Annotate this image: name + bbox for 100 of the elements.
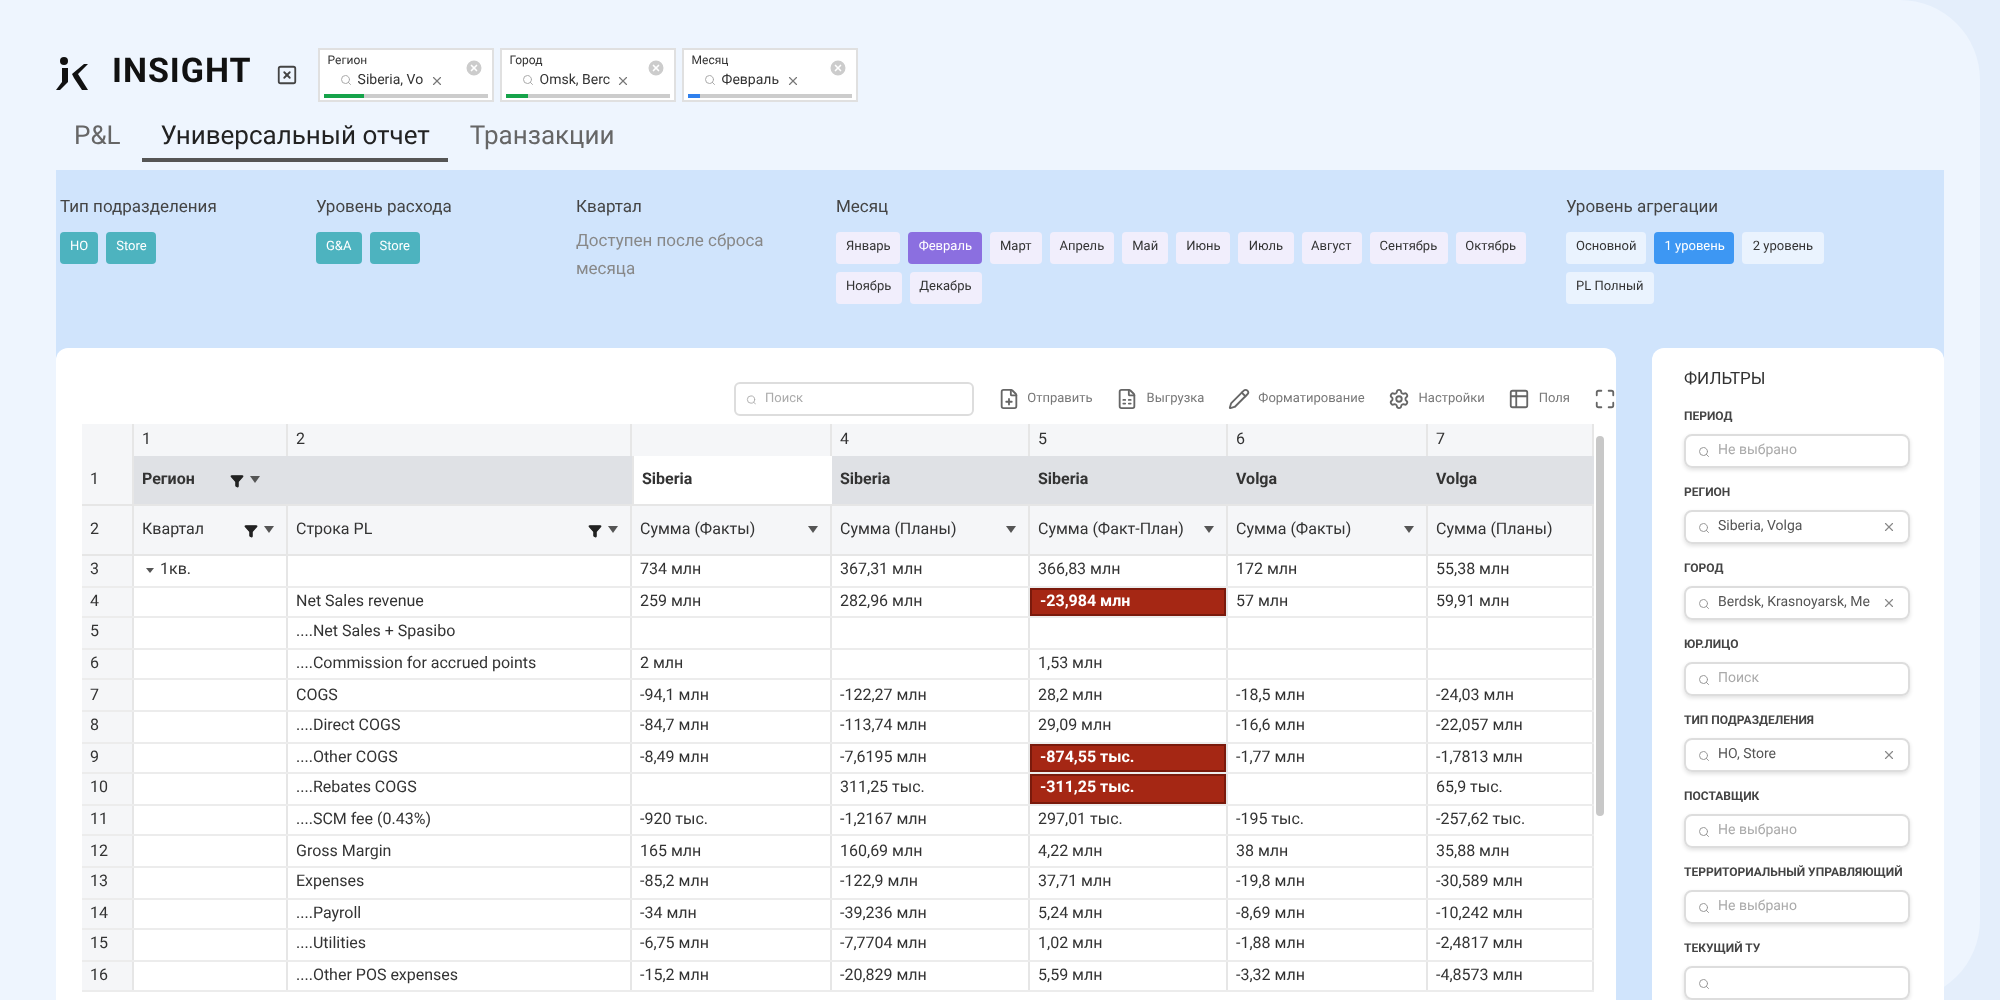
table-cell-text: -30,589 млн (1434, 870, 1525, 895)
table-cell-text: 160,69 млн (838, 839, 925, 864)
caret-icon[interactable] (808, 526, 818, 534)
table-cell-text: -3,32 млн (1234, 964, 1307, 989)
caret-icon[interactable] (146, 566, 154, 575)
column-index: 1 (142, 428, 151, 452)
column-subheader: Сумма (Планы) (1436, 518, 1553, 542)
row-number: 11 (90, 808, 108, 833)
table-cell-text: 59,91 млн (1434, 589, 1512, 614)
table-cell-text: -85,2 млн (638, 870, 711, 895)
caret-icon[interactable] (1404, 526, 1414, 534)
table-cell-text: -8,69 млн (1234, 901, 1307, 926)
table-cell: ....Net Sales + Spasibo (296, 620, 456, 645)
row-number: 4 (90, 589, 99, 614)
table-cell: Gross Margin (296, 839, 392, 864)
table-cell-text: 38 млн (1234, 839, 1291, 864)
tab[interactable]: Транзакции (451, 120, 633, 162)
filter-icon[interactable] (230, 473, 244, 487)
search-icon (1698, 521, 1710, 533)
table-cell: ....Other POS expenses (296, 964, 459, 989)
table-cell-text: 1,02 млн (1036, 932, 1105, 957)
column-index: 6 (1236, 428, 1245, 452)
table-cell-text: 367,31 млн (838, 558, 925, 583)
table-cell: ....SCM fee (0.43%) (296, 808, 431, 833)
table-cell-text: -19,8 млн (1234, 870, 1307, 895)
filter-icon[interactable] (244, 523, 258, 537)
table-cell-text: -195 тыс. (1234, 808, 1307, 833)
table-cell-text: 259 млн (638, 589, 704, 614)
caret-icon[interactable] (264, 526, 274, 534)
search-icon (1698, 749, 1710, 761)
panel-title: ФИЛЬТРЫ (1684, 368, 1768, 392)
search-icon (339, 74, 352, 86)
search-icon (1698, 977, 1710, 989)
caret-icon[interactable] (1006, 526, 1016, 534)
table-cell-text: 165 млн (638, 839, 704, 864)
tab[interactable]: P&L (56, 120, 139, 162)
column-subheader: Строка PL (296, 518, 373, 542)
table-cell-text: 35,88 млн (1434, 839, 1512, 864)
table-cell: ....Other COGS (296, 745, 398, 770)
remove-icon[interactable] (616, 73, 631, 87)
fullscreen-icon[interactable] (1594, 388, 1616, 410)
clear-icon[interactable] (1882, 748, 1896, 762)
search-icon (1698, 673, 1710, 685)
clear-icon[interactable] (1882, 520, 1896, 534)
column-header: Volga (1436, 468, 1478, 492)
table-cell: ....Rebates COGS (296, 776, 417, 801)
row-number: 9 (90, 745, 99, 770)
filter-title: Уровень агрегации (1566, 196, 1721, 220)
table-cell-text: -257,62 тыс. (1434, 808, 1528, 833)
table-cell: Expenses (296, 870, 365, 895)
table-cell-text: -24,03 млн (1434, 683, 1516, 708)
table-cell-text: 57 млн (1234, 589, 1291, 614)
clear-icon[interactable] (1882, 596, 1896, 610)
table-cell-text: 4,22 млн (1036, 839, 1105, 864)
highlighted-cell: -874,55 тыс. (1030, 743, 1226, 773)
column-index: 2 (296, 428, 305, 452)
row-number: 5 (90, 620, 99, 645)
column-index: 7 (1436, 428, 1445, 452)
settings-icon (1388, 388, 1411, 410)
row-number: 3 (90, 558, 99, 583)
caret-icon[interactable] (608, 526, 618, 534)
table-cell-text: 282,96 млн (838, 589, 925, 614)
pencil-icon (1228, 388, 1251, 410)
filter-icon[interactable] (588, 523, 602, 537)
table-cell-text: -34 млн (638, 901, 699, 926)
tab[interactable]: Универсальный отчет (142, 120, 448, 162)
table-cell-text: -16,6 млн (1234, 714, 1307, 739)
row-number: 10 (90, 776, 108, 801)
table-cell-text: -8,49 млн (638, 745, 711, 770)
table-cell-text: 297,01 тыс. (1036, 808, 1125, 833)
column-header: Volga (1236, 468, 1278, 492)
table-cell-text: 366,83 млн (1036, 558, 1123, 583)
search-icon (1698, 597, 1710, 609)
filter-clear-icon[interactable] (275, 63, 298, 85)
table-cell-text: 2 млн (638, 652, 686, 677)
filter-title: Квартал (576, 196, 644, 220)
caret-icon[interactable] (1204, 526, 1214, 534)
remove-icon[interactable] (785, 73, 800, 87)
row-number: 12 (90, 839, 108, 864)
table-cell-text: -4,8573 млн (1434, 964, 1525, 989)
table-cell-text: -920 тыс. (638, 808, 711, 833)
table-cell-text: -1,77 млн (1234, 745, 1307, 770)
table-cell: COGS (296, 683, 338, 708)
filter-field[interactable] (1684, 966, 1910, 1000)
table-cell-text: 172 млн (1234, 558, 1300, 583)
table-cell-text: -7,6195 млн (838, 745, 929, 770)
column-index: 5 (1038, 428, 1047, 452)
file-icon (997, 388, 1020, 410)
table-cell-text: -15,2 млн (638, 964, 711, 989)
column-header: Siberia (840, 468, 891, 492)
column-header: Регион (142, 468, 195, 492)
search-icon (1698, 445, 1710, 457)
table-cell-text: -2,4817 млн (1434, 932, 1525, 957)
remove-icon[interactable] (429, 73, 444, 87)
table-cell-text: 1,53 млн (1036, 652, 1105, 677)
search-icon (703, 74, 716, 86)
caret-icon[interactable] (250, 476, 260, 484)
table-cell-text: 29,09 млн (1036, 714, 1114, 739)
filter-title: Тип подразделения (60, 196, 219, 220)
column-subheader: Сумма (Факт-План) (1038, 518, 1184, 542)
